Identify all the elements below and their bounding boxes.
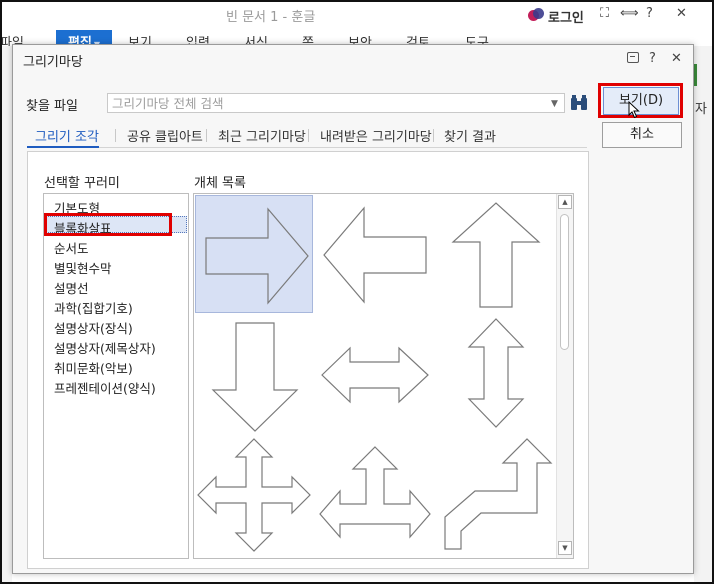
cancel-button[interactable]: 취소: [602, 122, 682, 148]
gallery-panel: 선택할 꾸러미 개체 목록 기본도형 블록화살표 순서도 별및현수막 설명선 과…: [27, 151, 589, 569]
tab-shared-clipart[interactable]: 공유 클립아트: [127, 126, 203, 145]
category-highlight: [44, 213, 172, 236]
view-button-highlight: [598, 83, 683, 118]
list-item[interactable]: 설명상자(장식): [54, 318, 133, 337]
tab-recent-gallery[interactable]: 최근 그리기마당: [218, 126, 306, 145]
category-list[interactable]: 기본도형 블록화살표 순서도 별및현수막 설명선 과학(집합기호) 설명상자(장…: [43, 193, 189, 559]
resize-icon[interactable]: ⟺: [620, 6, 639, 21]
app-title: 빈 문서 1 - 훈글: [226, 10, 316, 25]
tab-separator: [206, 129, 207, 142]
up-arrow-shape[interactable]: [437, 195, 555, 313]
down-arrow-shape[interactable]: [195, 315, 313, 433]
login-logo-icon[interactable]: [528, 8, 544, 22]
tab-downloaded-gallery[interactable]: 내려받은 그리기마당: [320, 126, 432, 145]
tabs-divider: [27, 147, 587, 148]
dialog-help-icon[interactable]: ?: [649, 51, 656, 66]
left-arrow-shape[interactable]: [316, 195, 434, 313]
chevron-down-icon[interactable]: ▼: [551, 99, 558, 109]
dialog-title: 그리기마당: [23, 55, 83, 70]
tab-separator: [308, 129, 309, 142]
up-down-arrow-shape[interactable]: [437, 315, 555, 433]
list-item[interactable]: 순서도: [54, 238, 89, 257]
scroll-down-icon[interactable]: ▼: [558, 541, 572, 555]
fullscreen-icon[interactable]: ⛶: [600, 6, 609, 21]
binoculars-search-icon[interactable]: [570, 94, 588, 112]
login-button[interactable]: 로그인: [548, 7, 584, 26]
right-arrow-shape[interactable]: [195, 195, 313, 313]
left-right-up-arrow-shape[interactable]: [316, 435, 434, 553]
list-item[interactable]: 설명상자(제목상자): [54, 338, 156, 357]
scroll-thumb[interactable]: [560, 214, 569, 350]
dialog-close-icon[interactable]: ✕: [671, 51, 682, 66]
help-icon[interactable]: ?: [646, 6, 653, 21]
list-item[interactable]: 프레젠테이션(양식): [54, 378, 156, 397]
tab-separator: [115, 129, 116, 142]
list-item[interactable]: 취미문화(악보): [54, 358, 133, 377]
object-list-scrollbar[interactable]: ▲ ▼: [556, 194, 573, 558]
search-input[interactable]: [107, 93, 565, 113]
search-label: 찾을 파일: [26, 99, 78, 114]
list-item[interactable]: 설명선: [54, 278, 89, 297]
dialog-chat-icon[interactable]: [627, 52, 639, 63]
list-item[interactable]: 과학(집합기호): [54, 298, 133, 317]
scroll-up-icon[interactable]: ▲: [558, 195, 572, 209]
object-list[interactable]: ▲ ▼: [193, 193, 574, 559]
categories-title: 선택할 꾸러미: [44, 176, 120, 191]
list-item[interactable]: 별및현수막: [54, 258, 112, 277]
active-tab-indicator: [27, 146, 99, 148]
tab-search-results[interactable]: 찾기 결과: [444, 126, 496, 145]
tab-drawing-pieces[interactable]: 그리기 조각: [35, 126, 99, 145]
left-right-arrow-shape[interactable]: [316, 315, 434, 433]
mouse-cursor-icon: [628, 101, 640, 119]
app-left-edge: [0, 46, 12, 584]
app-right-edge: [694, 46, 714, 584]
gallery-tabs: 그리기 조각 공유 클립아트 최근 그리기마당 내려받은 그리기마당 찾기 결과: [25, 123, 585, 149]
quad-arrow-shape[interactable]: [195, 435, 313, 553]
drawing-gallery-dialog: 그리기마당 ? ✕ 찾을 파일 ▼ 보기(D) 취소 그리기 조각 공유 클립아…: [12, 44, 694, 574]
app-right-edge-text: 자: [695, 102, 707, 117]
app-titlebar: 빈 문서 1 - 훈글 로그인 ⛶ ⟺ ? ✕: [0, 0, 714, 30]
close-app-icon[interactable]: ✕: [676, 6, 687, 21]
bent-up-arrow-shape[interactable]: [437, 435, 555, 553]
tab-separator: [433, 129, 434, 142]
objects-title: 개체 목록: [194, 176, 246, 191]
